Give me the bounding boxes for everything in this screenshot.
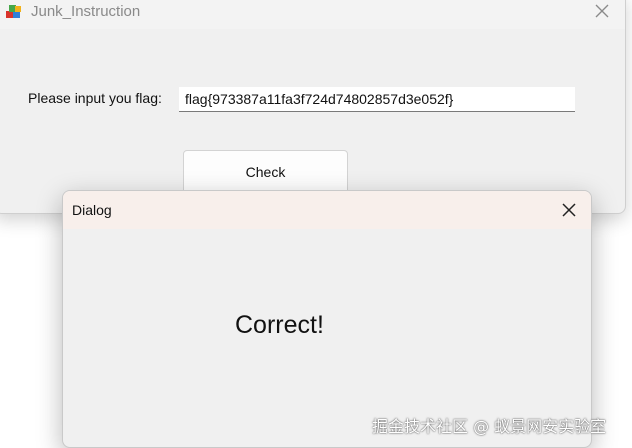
flag-input[interactable] xyxy=(179,87,575,112)
flag-label: Please input you flag: xyxy=(28,90,162,106)
close-icon[interactable] xyxy=(559,200,579,220)
window-title: Junk_Instruction xyxy=(31,3,141,20)
dialog-window: Dialog Correct! xyxy=(62,190,592,448)
main-window: Junk_Instruction Please input you flag: … xyxy=(0,0,626,214)
dialog-title: Dialog xyxy=(72,202,112,218)
check-button[interactable]: Check xyxy=(183,150,348,194)
dialog-message: Correct! xyxy=(235,311,324,339)
app-cube-icon xyxy=(6,5,21,18)
main-titlebar[interactable]: Junk_Instruction xyxy=(0,0,625,29)
dialog-titlebar[interactable]: Dialog xyxy=(63,191,591,229)
watermark-text: 掘金技术社区 @ 蚁景网安实验室 xyxy=(372,417,607,436)
close-icon[interactable] xyxy=(593,2,611,20)
